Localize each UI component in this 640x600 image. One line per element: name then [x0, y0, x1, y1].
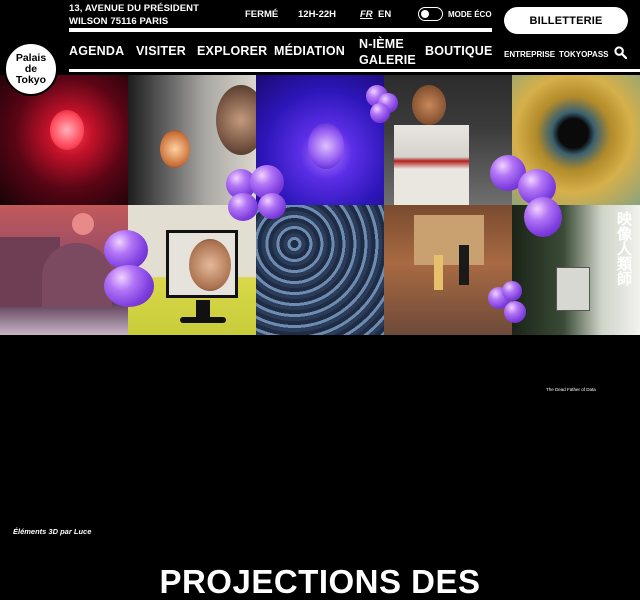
side-face: [216, 85, 256, 155]
artwork-tile-monitor: [128, 205, 256, 335]
bubble-decoration: [370, 103, 390, 123]
language-fr-link[interactable]: FR: [360, 9, 373, 20]
bubble-decoration: [228, 193, 258, 221]
poster-caption: The Dead Father of Data: [546, 387, 596, 392]
building-round: [42, 243, 112, 307]
lit-face: [160, 130, 190, 168]
palais-de-tokyo-logo[interactable]: Palais de Tokyo: [4, 42, 58, 96]
bubble-decoration: [104, 265, 154, 307]
nav-divider: [69, 69, 640, 72]
bubble-decoration: [258, 193, 286, 219]
dancer-1: [459, 245, 469, 285]
header-divider: [69, 28, 492, 32]
toggle-switch-icon[interactable]: [418, 7, 443, 21]
poster-photo: [556, 267, 590, 311]
artwork-tile-crowd: [256, 205, 384, 335]
site-header: 13, AVENUE DU PRÉSIDENT WILSON 75116 PAR…: [0, 0, 640, 75]
man-head: [412, 85, 446, 125]
bubble-decoration: [502, 281, 522, 301]
bubble-decoration: [104, 230, 148, 270]
artwork-tile-red-figure: [0, 75, 128, 205]
3d-credit: Éléments 3D par Luce: [13, 527, 92, 536]
tshirt: [394, 125, 469, 205]
language-en-link[interactable]: EN: [378, 9, 391, 20]
nav-tokyopass[interactable]: TOKYOPASS: [559, 50, 609, 59]
opening-status: FERMÉ: [245, 9, 279, 20]
artwork-tile-man-tshirt: [384, 75, 512, 205]
nav-n-ieme-galerie[interactable]: N-IÈME GALERIE: [359, 36, 419, 68]
artwork-tile-pink-city: [0, 205, 128, 335]
eco-mode-toggle[interactable]: MODE ÉCO: [418, 7, 492, 21]
dancer-2: [434, 255, 443, 290]
pink-sun: [72, 213, 94, 235]
logo-text: Palais de Tokyo: [15, 51, 47, 86]
artwork-mosaic: 映像人類師 The Dead Father of Data: [0, 75, 640, 392]
poster-title: 映像人類師: [615, 211, 633, 286]
ticketing-button[interactable]: BILLETTERIE: [504, 7, 628, 34]
bubble-decoration: [504, 301, 526, 323]
nav-explorer[interactable]: EXPLORER: [197, 44, 267, 58]
opening-hours: 12H-22H: [298, 9, 337, 20]
nav-entreprise[interactable]: ENTREPRISE: [504, 50, 555, 59]
artwork-tile-dancers: [384, 205, 512, 335]
eco-mode-label: MODE ÉCO: [448, 9, 492, 19]
nav-agenda[interactable]: AGENDA: [69, 44, 124, 58]
blue-face: [308, 123, 344, 169]
doorway: [414, 215, 484, 265]
woman-face: [189, 239, 231, 291]
monitor-screen: [166, 230, 238, 298]
search-icon[interactable]: [614, 46, 627, 59]
glowing-figure: [50, 110, 84, 150]
museum-address: 13, AVENUE DU PRÉSIDENT WILSON 75116 PAR…: [69, 3, 200, 27]
nav-visiter[interactable]: VISITER: [136, 44, 186, 58]
nav-boutique[interactable]: BOUTIQUE: [425, 44, 493, 58]
nav-mediation[interactable]: MÉDIATION: [274, 44, 345, 58]
monitor-base: [180, 317, 226, 323]
section-headline: PROJECTIONS DES: [159, 563, 481, 600]
bubble-decoration: [524, 197, 562, 237]
